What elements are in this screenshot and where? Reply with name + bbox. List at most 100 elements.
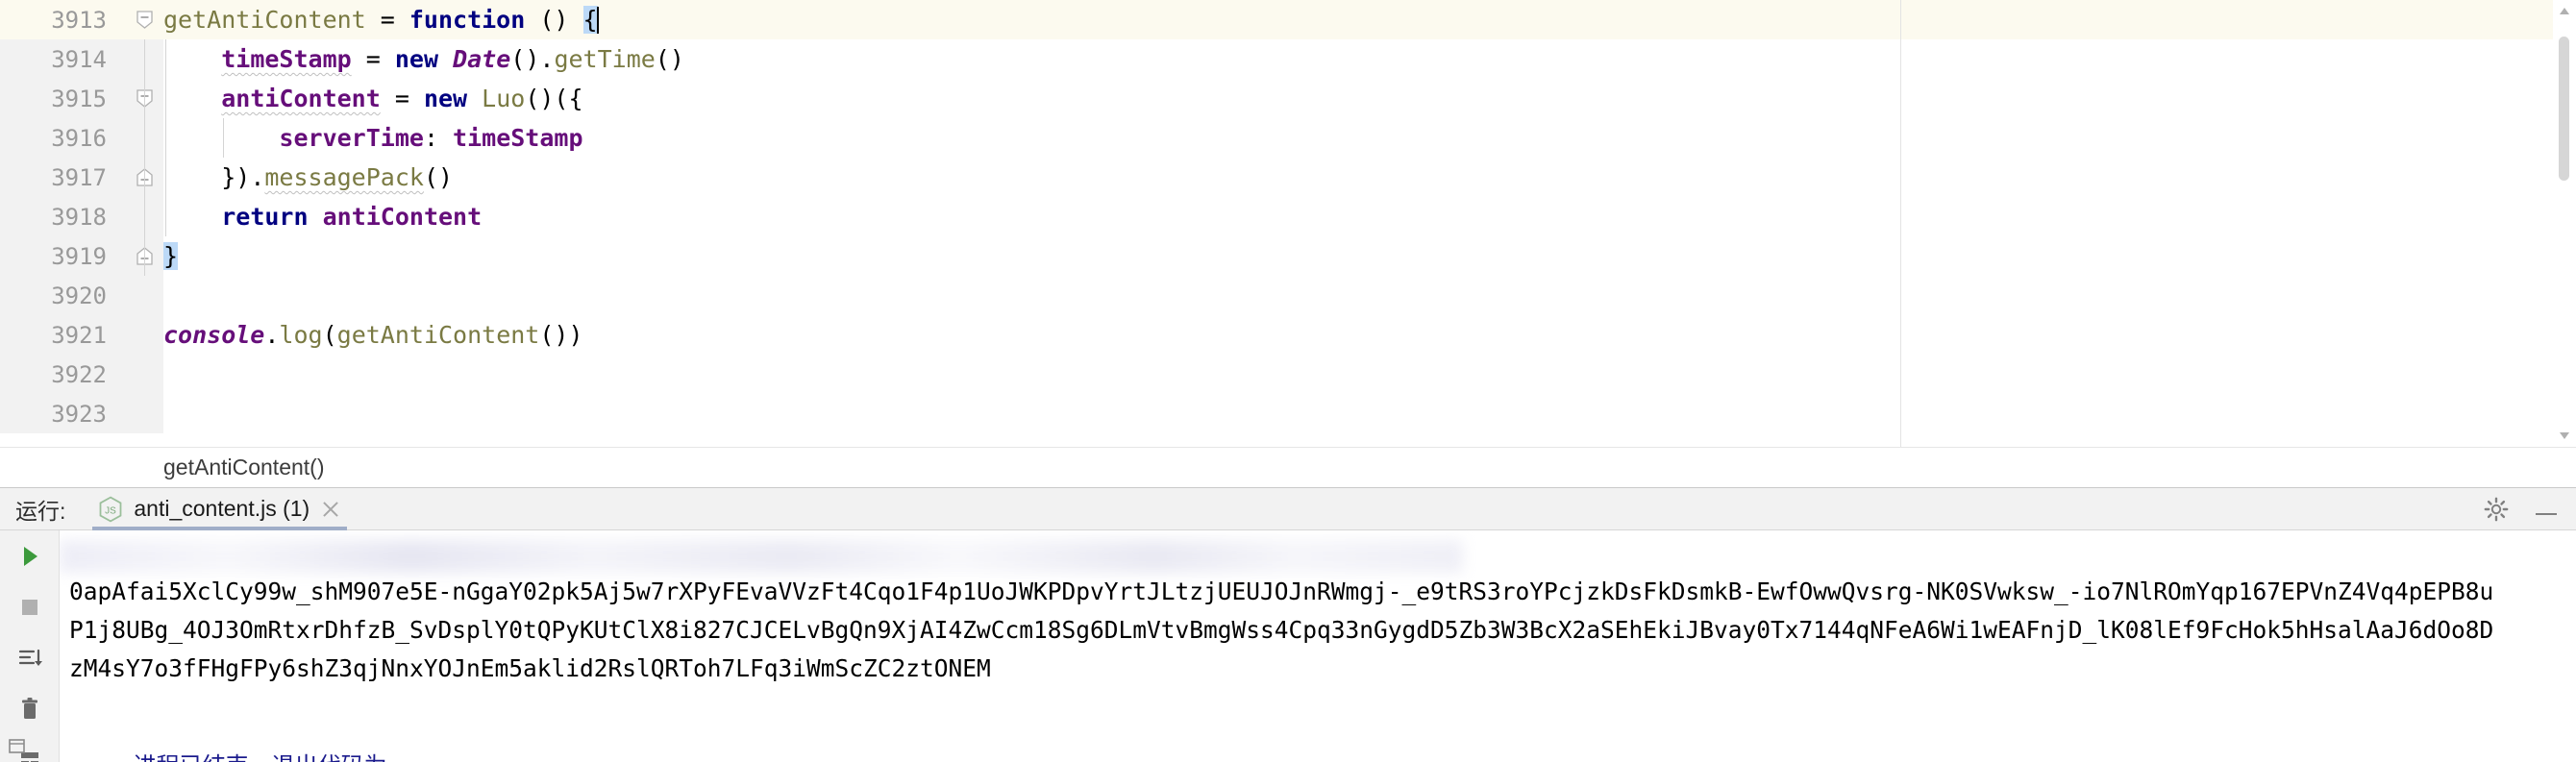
code-line-row[interactable]: 3913 getAntiContent = function () {: [0, 0, 2576, 39]
line-number: 3915: [0, 79, 127, 118]
code-token: new: [423, 85, 468, 112]
fold-connector-line: [144, 158, 145, 197]
code-line-text: [163, 355, 2576, 394]
code-token: return: [221, 203, 309, 231]
line-number: 3918: [0, 197, 127, 236]
code-line-row[interactable]: 3918 return antiContent: [0, 197, 2576, 236]
status-bar-icon[interactable]: [6, 735, 29, 758]
code-line-row[interactable]: 3917 }). messagePack(): [0, 158, 2576, 197]
code-token: =: [380, 85, 424, 112]
console-output-line: zM4sY7o3fFHgFPy6shZ3qjNnxYOJnEm5aklid2Rs…: [69, 654, 991, 682]
line-number: 3921: [0, 315, 127, 355]
minimize-icon[interactable]: [2534, 497, 2559, 522]
code-token: ()({: [525, 85, 583, 112]
code-token: (): [423, 163, 454, 191]
close-icon[interactable]: [320, 499, 341, 520]
code-token: (: [322, 321, 337, 349]
breadcrumb-item-function[interactable]: getAntiContent(): [163, 455, 324, 480]
code-token: new: [394, 45, 438, 73]
fold-gutter[interactable]: [127, 39, 163, 79]
code-token: antiContent: [322, 203, 483, 231]
line-number: 3913: [0, 0, 127, 39]
code-line-row[interactable]: 3922: [0, 355, 2576, 394]
code-token: ().: [510, 45, 555, 73]
line-number: 3919: [0, 236, 127, 276]
fold-gutter[interactable]: [127, 236, 163, 276]
code-line-row[interactable]: 3920: [0, 276, 2576, 315]
code-token: }: [163, 242, 179, 270]
code-line-text: [163, 394, 2576, 433]
line-number: 3922: [0, 355, 127, 394]
code-token: timeStamp: [221, 45, 352, 73]
clear-all-button[interactable]: [13, 693, 46, 725]
text-caret: [596, 6, 599, 34]
code-line-text: console. log(getAntiContent()): [163, 315, 2576, 355]
fold-gutter[interactable]: [127, 315, 163, 355]
fold-connector-line: [144, 118, 145, 158]
code-line-row[interactable]: 3921 console. log(getAntiContent()): [0, 315, 2576, 355]
code-line-row[interactable]: 3919}: [0, 236, 2576, 276]
code-line-row[interactable]: 3914 timeStamp = new Date (). getTime(): [0, 39, 2576, 79]
editor-vertical-scrollbar[interactable]: [2553, 0, 2576, 447]
line-number: 3917: [0, 158, 127, 197]
code-line-text: }). messagePack(): [163, 158, 2576, 197]
fold-gutter[interactable]: [127, 394, 163, 433]
console-output[interactable]: 0apAfai5XclCy99w_shM907e5E-nGgaY02pk5Aj5…: [60, 530, 2576, 762]
fold-connector-line: [144, 79, 145, 118]
process-exit-message: 进程已结束，退出代码为 0: [60, 709, 2576, 762]
fold-gutter[interactable]: [127, 0, 163, 39]
ide-window: 3913 getAntiContent = function () {3914 t…: [0, 0, 2576, 762]
indent-guide: [165, 118, 166, 158]
fold-gutter[interactable]: [127, 276, 163, 315]
code-line-row[interactable]: 3923: [0, 394, 2576, 433]
code-token: antiContent: [221, 85, 381, 112]
editor-scrollbar-thumb[interactable]: [2559, 37, 2569, 181]
fold-gutter[interactable]: [127, 79, 163, 118]
indent-guide: [165, 79, 166, 118]
code-editor[interactable]: 3913 getAntiContent = function () {3914 t…: [0, 0, 2576, 447]
console-redacted-line: [60, 540, 1463, 573]
console-vertical-scrollbar[interactable]: [2555, 530, 2576, 762]
gear-icon[interactable]: [2484, 497, 2509, 522]
stop-button[interactable]: [13, 591, 46, 624]
fold-gutter[interactable]: [127, 355, 163, 394]
fold-gutter[interactable]: [127, 118, 163, 158]
fold-gutter[interactable]: [127, 158, 163, 197]
run-tab-anti-content-js[interactable]: JS anti_content.js (1): [92, 488, 348, 530]
run-window-title: 运行:: [15, 498, 66, 524]
indent-guide: [223, 118, 224, 158]
code-line-text: getAntiContent = function () {: [163, 0, 2576, 39]
indent-guide: [165, 197, 166, 236]
code-token: =: [365, 6, 409, 34]
scroll-up-arrow-icon[interactable]: [2560, 8, 2569, 14]
console-output-lines: 0apAfai5XclCy99w_shM907e5E-nGgaY02pk5Aj5…: [60, 573, 2576, 688]
run-toolbar: [0, 530, 60, 762]
run-tool-window-header: 运行: JS anti_content.js (1): [0, 488, 2576, 530]
code-line-row[interactable]: 3915 antiContent = new Luo()({: [0, 79, 2576, 118]
javascript-file-icon: JS: [98, 496, 123, 523]
rerun-button[interactable]: [13, 540, 46, 573]
fold-connector-line: [144, 39, 145, 79]
code-token: Date: [453, 45, 511, 73]
code-token: serverTime: [279, 124, 424, 152]
code-line-text: [163, 276, 2576, 315]
code-lines-container: 3913 getAntiContent = function () {3914 t…: [0, 0, 2576, 433]
code-token: log: [279, 321, 323, 349]
code-line-row[interactable]: 3916 serverTime: timeStamp: [0, 118, 2576, 158]
run-tool-window: 运行: JS anti_content.js (1) 0apAfai5XclCy…: [0, 487, 2576, 762]
code-line-text: return antiContent: [163, 197, 2576, 236]
code-token: ()): [539, 321, 583, 349]
code-token: .: [264, 321, 280, 349]
line-number: 3914: [0, 39, 127, 79]
fold-gutter[interactable]: [127, 197, 163, 236]
scroll-down-arrow-icon[interactable]: [2560, 432, 2569, 439]
code-line-text: serverTime: timeStamp: [163, 118, 2576, 158]
code-token: :: [423, 124, 454, 152]
fold-expanded-icon[interactable]: [135, 10, 155, 30]
scroll-to-end-button[interactable]: [13, 642, 46, 675]
